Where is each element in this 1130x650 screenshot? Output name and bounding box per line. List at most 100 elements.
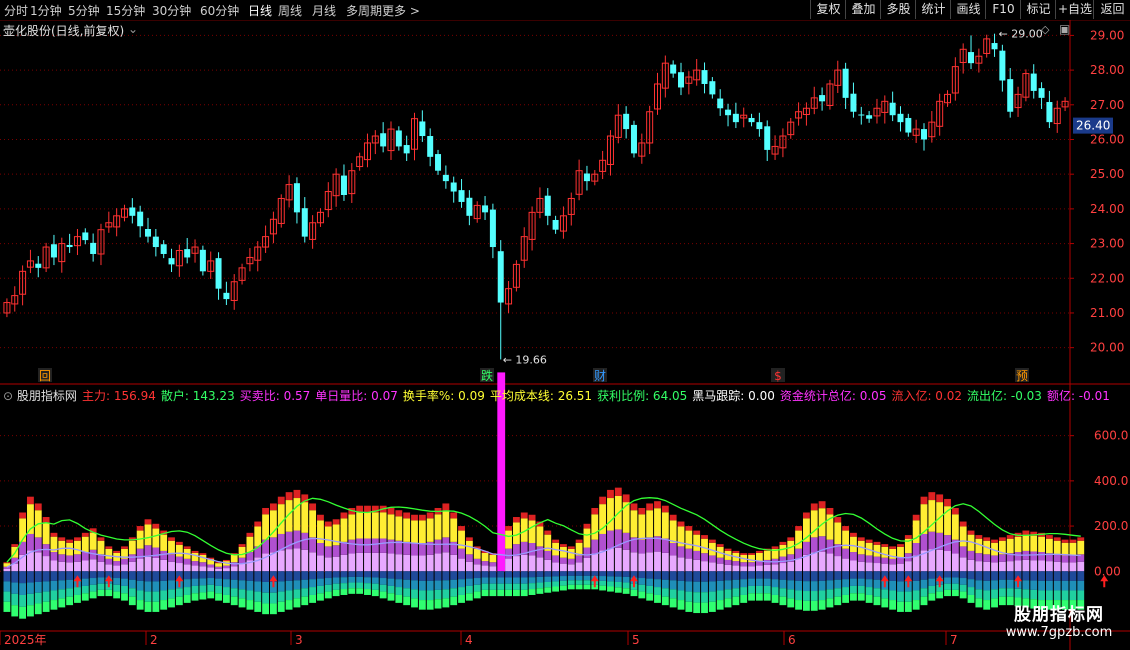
toolbar-button-0[interactable]: 复权 bbox=[810, 0, 846, 19]
outflow-bar-segment bbox=[128, 571, 136, 580]
flow-bar-segment bbox=[175, 541, 183, 545]
outflow-bar-segment bbox=[850, 578, 857, 586]
flow-bar-segment bbox=[646, 503, 654, 511]
period-tab-7[interactable]: 周线 bbox=[278, 2, 302, 19]
period-tab-5[interactable]: 60分钟 bbox=[200, 2, 239, 19]
outflow-bar-segment bbox=[505, 571, 512, 578]
outflow-bar-segment bbox=[238, 598, 246, 608]
flow-bar-segment bbox=[309, 537, 317, 553]
toolbar-button-4[interactable]: 画线 bbox=[950, 0, 986, 19]
outflow-bar-segment bbox=[803, 581, 810, 592]
flow-bar-segment bbox=[975, 553, 983, 562]
settings-icon[interactable]: ▣ bbox=[1059, 22, 1070, 36]
outflow-bar-segment bbox=[426, 590, 434, 601]
outflow-bar-segment bbox=[3, 591, 11, 602]
outflow-bar-segment bbox=[136, 590, 144, 601]
outflow-bar-segment bbox=[685, 591, 693, 602]
period-tab-1[interactable]: 1分钟 bbox=[30, 2, 62, 19]
outflow-bar-segment bbox=[701, 592, 708, 603]
flow-bar-segment bbox=[1022, 530, 1030, 535]
outflow-bar-segment bbox=[395, 579, 403, 588]
outflow-bar-segment bbox=[309, 579, 317, 588]
flow-bar-segment bbox=[567, 564, 575, 572]
outflow-bar-segment bbox=[505, 583, 512, 590]
flow-bar-segment bbox=[19, 512, 27, 519]
outflow-bar-segment bbox=[183, 594, 191, 603]
outflow-bar-segment bbox=[552, 581, 560, 587]
period-tab-6[interactable]: 日线 bbox=[248, 2, 272, 19]
flow-bar-segment bbox=[1053, 554, 1061, 562]
outflow-bar-segment bbox=[583, 584, 591, 590]
outflow-bar-segment bbox=[693, 581, 701, 593]
outflow-bar-segment bbox=[842, 594, 850, 603]
outflow-bar-segment bbox=[975, 580, 983, 590]
indicator-panel-title: ⊙ 股朋指标网 bbox=[3, 389, 77, 403]
flow-bar-segment bbox=[387, 539, 395, 554]
period-tab-9[interactable]: 多周期 bbox=[346, 2, 382, 19]
period-tab-0[interactable]: 分时 bbox=[4, 2, 28, 19]
period-tab-4[interactable]: 30分钟 bbox=[152, 2, 191, 19]
outflow-bar-segment bbox=[371, 589, 379, 597]
flow-bar-segment bbox=[560, 544, 567, 547]
toolbar-button-1[interactable]: 叠加 bbox=[845, 0, 881, 19]
flow-bar-segment bbox=[544, 559, 552, 572]
flow-bar-segment bbox=[795, 530, 802, 549]
outflow-bar-segment bbox=[403, 579, 411, 589]
outflow-bar-segment bbox=[371, 571, 379, 578]
outflow-bar-segment bbox=[160, 600, 168, 610]
flow-bar-segment bbox=[458, 526, 465, 531]
flow-bar-segment bbox=[348, 539, 356, 554]
outflow-bar-segment bbox=[11, 582, 19, 594]
outflow-bar-segment bbox=[27, 593, 34, 606]
outflow-bar-segment bbox=[309, 587, 317, 595]
period-tab-3[interactable]: 15分钟 bbox=[106, 2, 145, 19]
flow-bar-segment bbox=[622, 502, 630, 533]
diamond-icon[interactable]: ◇ bbox=[1041, 23, 1049, 36]
flow-bar-segment bbox=[42, 522, 50, 545]
outflow-bar-segment bbox=[1077, 590, 1085, 601]
flow-bar-segment bbox=[795, 526, 802, 531]
outflow-bar-segment bbox=[1069, 580, 1077, 591]
flow-bar-segment bbox=[270, 537, 277, 553]
chevron-down-icon[interactable]: ⊙ bbox=[3, 389, 17, 403]
outflow-bar-segment bbox=[426, 600, 434, 610]
candle-body bbox=[920, 129, 927, 140]
flow-bar-segment bbox=[1014, 552, 1022, 561]
toolbar-button-8[interactable]: 返回 bbox=[1093, 0, 1130, 19]
toolbar-button-5[interactable]: F10 bbox=[985, 0, 1021, 19]
toolbar-button-3[interactable]: 统计 bbox=[915, 0, 951, 19]
outflow-bar-segment bbox=[599, 571, 607, 577]
outflow-bar-segment bbox=[951, 583, 959, 590]
outflow-bar-segment bbox=[897, 591, 904, 602]
outflow-bar-segment bbox=[497, 571, 505, 578]
toolbar-button-7[interactable]: +自选 bbox=[1055, 0, 1094, 19]
toolbar-button-2[interactable]: 多股 bbox=[880, 0, 916, 19]
candle-body bbox=[145, 229, 152, 237]
outflow-bar-segment bbox=[207, 591, 215, 599]
flow-bar-segment bbox=[121, 546, 128, 549]
period-tab-2[interactable]: 5分钟 bbox=[68, 2, 100, 19]
outflow-bar-segment bbox=[89, 584, 97, 592]
flow-bar-segment bbox=[944, 551, 951, 572]
outflow-bar-segment bbox=[779, 579, 787, 589]
outflow-bar-segment bbox=[426, 580, 434, 591]
flow-bar-segment bbox=[473, 548, 481, 559]
period-tab-10[interactable]: 更多 > bbox=[382, 2, 420, 19]
outflow-bar-segment bbox=[199, 585, 207, 593]
flow-bar-segment bbox=[215, 568, 222, 572]
flow-bar-segment bbox=[152, 528, 160, 548]
outflow-bar-segment bbox=[936, 591, 944, 599]
flow-bar-segment bbox=[583, 547, 591, 558]
period-tab-8[interactable]: 月线 bbox=[312, 2, 336, 19]
chevron-down-icon[interactable]: ⌄ bbox=[128, 22, 138, 36]
toolbar-button-6[interactable]: 标记 bbox=[1020, 0, 1056, 19]
flow-bar-segment bbox=[332, 519, 340, 525]
outflow-bar-segment bbox=[622, 588, 630, 594]
flow-bar-segment bbox=[630, 552, 638, 572]
flow-bar-segment bbox=[505, 526, 512, 531]
flow-bar-segment bbox=[834, 556, 842, 572]
outflow-bar-segment bbox=[669, 589, 677, 599]
outflow-bar-segment bbox=[309, 594, 317, 603]
flow-bar-segment bbox=[607, 548, 614, 572]
outflow-bar-segment bbox=[324, 571, 332, 579]
